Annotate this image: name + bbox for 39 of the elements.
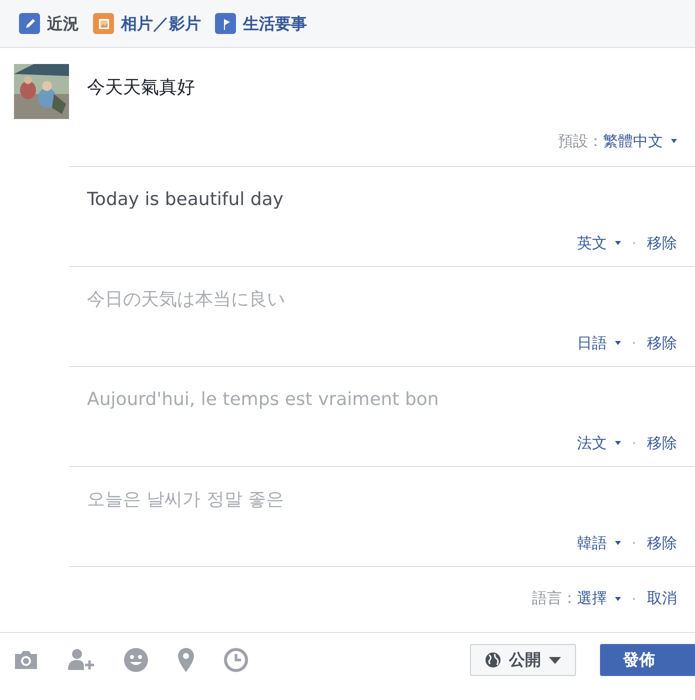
flag-icon (215, 13, 236, 34)
status-text: 今天天氣真好 (87, 76, 195, 100)
clock-icon[interactable] (223, 647, 249, 673)
caret-icon (615, 341, 621, 346)
caret-icon (615, 441, 621, 446)
camera-icon[interactable] (13, 649, 39, 671)
location-pin-icon[interactable] (177, 647, 195, 673)
language-dropdown[interactable]: 英文 (577, 232, 621, 254)
audience-button[interactable]: 公開 (470, 644, 576, 676)
translation-field[interactable]: 오늘은 날씨가 정말 좋은 (87, 486, 677, 512)
caret-icon (615, 241, 621, 246)
language-label: 預設： (558, 130, 603, 152)
remove-link[interactable]: 移除 (647, 332, 677, 354)
translation-field[interactable]: 今日の天気は本当に良い (87, 286, 677, 312)
pencil-icon (19, 13, 40, 34)
language-dropdown[interactable]: 選擇 (577, 587, 621, 610)
caret-icon (615, 541, 621, 546)
language-dropdown[interactable]: 法文 (577, 432, 621, 454)
caret-icon (549, 656, 561, 664)
tab[interactable]: 相片／影片 (93, 12, 201, 36)
add-person-icon[interactable] (67, 648, 95, 672)
tab[interactable]: 近況 (19, 12, 79, 36)
cancel-link[interactable]: 取消 (647, 587, 677, 610)
language-dropdown[interactable]: 繁體中文 (603, 130, 677, 152)
translation-field[interactable]: Aujourd'hui, le temps est vraiment bon (87, 386, 677, 412)
remove-link[interactable]: 移除 (647, 232, 677, 254)
remove-link[interactable]: 移除 (647, 532, 677, 554)
picture-icon (93, 13, 114, 34)
translation-field[interactable]: Today is beautiful day (87, 186, 677, 212)
tab[interactable]: 生活要事 (215, 12, 307, 36)
caret-icon (671, 139, 677, 143)
language-dropdown[interactable]: 日語 (577, 332, 621, 354)
language-label: 語言： (532, 588, 577, 610)
remove-link[interactable]: 移除 (647, 432, 677, 454)
post-button[interactable]: 發佈 (600, 644, 695, 676)
globe-icon (485, 652, 501, 668)
caret-icon (615, 596, 621, 600)
smiley-icon[interactable] (123, 647, 149, 673)
language-dropdown[interactable]: 韓語 (577, 532, 621, 554)
